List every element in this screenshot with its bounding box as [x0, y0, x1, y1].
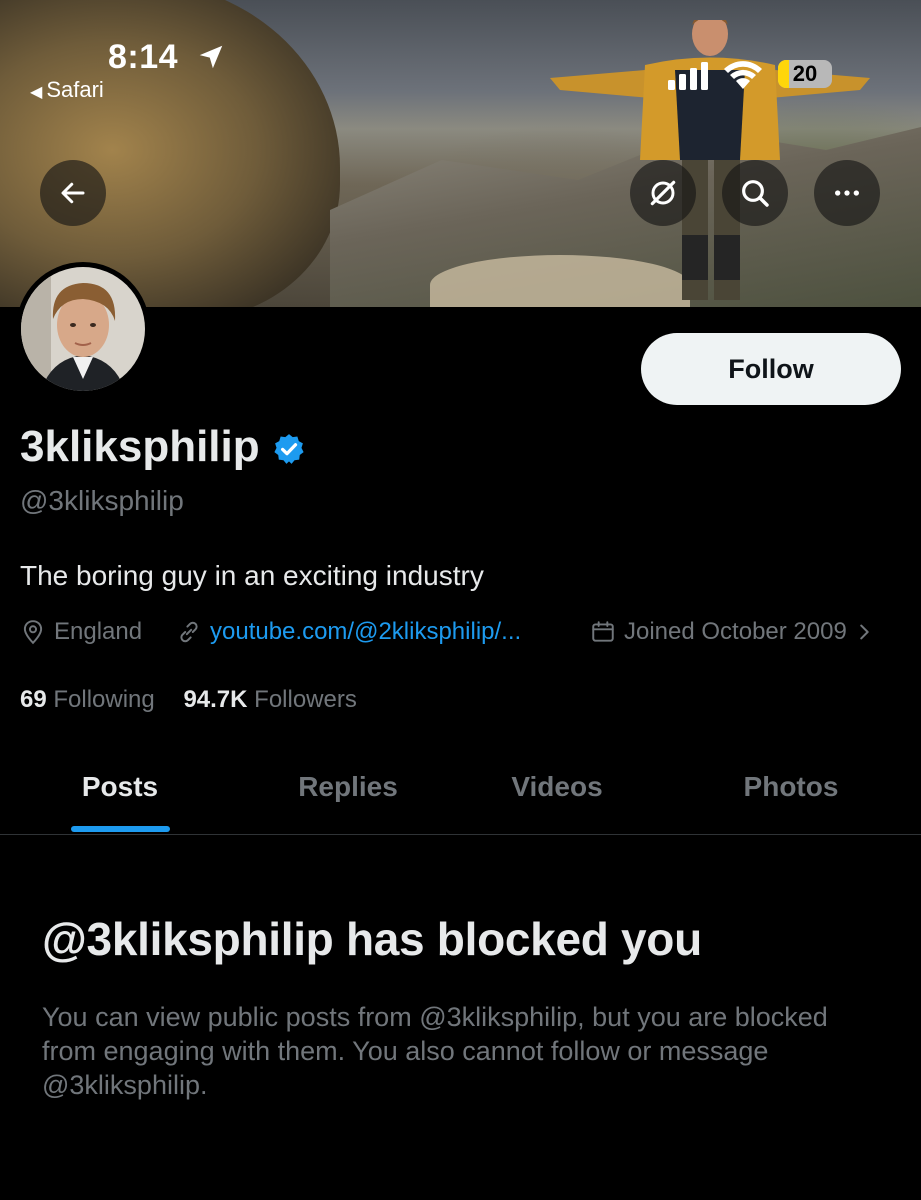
display-name: 3kliksphilip — [20, 422, 260, 471]
blocked-body: You can view public posts from @3kliksph… — [42, 1002, 828, 1100]
followers-count: 94.7K — [183, 686, 248, 713]
joined-text: Joined October 2009 — [624, 618, 847, 645]
display-name-row: 3kliksphilip — [20, 422, 306, 472]
followers-label: Followers — [254, 686, 357, 713]
follow-button[interactable]: Follow — [641, 333, 901, 405]
more-icon — [835, 190, 859, 196]
following-count: 69 — [20, 686, 47, 713]
wifi-icon — [724, 61, 762, 89]
search-icon — [742, 180, 769, 207]
profile-tabs: Posts Replies Videos Photos — [0, 740, 921, 835]
tab-photos[interactable]: Photos — [700, 740, 882, 834]
arrow-left-icon — [61, 182, 85, 204]
location: England — [20, 618, 142, 646]
battery-level: 20 — [792, 61, 818, 86]
website-text[interactable]: youtube.com/@2kliksphilip/... — [210, 618, 521, 646]
active-tab-indicator — [71, 826, 170, 832]
link-icon — [180, 621, 198, 643]
chevron-right-icon — [860, 624, 869, 640]
back-app-label: Safari — [46, 77, 104, 102]
back-to-safari[interactable]: ◀ Safari — [30, 77, 104, 103]
tab-replies[interactable]: Replies — [262, 740, 434, 834]
avatar-photo — [21, 267, 145, 391]
joined-date[interactable]: Joined October 2009 — [590, 618, 883, 646]
verified-badge-icon[interactable] — [272, 432, 306, 466]
grok-icon — [650, 180, 676, 206]
status-time: 8:14 — [108, 38, 179, 76]
bio: The boring guy in an exciting industry — [20, 560, 484, 591]
profile-banner[interactable]: 8:14 ◀ Safari 20 — [0, 0, 921, 307]
calendar-icon — [592, 621, 614, 642]
location-arrow-icon — [199, 45, 223, 69]
blocked-title: @3kliksphilip has blocked you — [42, 913, 702, 965]
battery-icon: 20 — [778, 60, 832, 88]
following-count-link[interactable]: 69 Following — [20, 686, 155, 713]
following-label: Following — [53, 686, 155, 713]
back-triangle-icon: ◀ — [30, 84, 43, 101]
location-pin-icon — [23, 620, 43, 645]
avatar[interactable] — [16, 262, 150, 396]
followers-count-link[interactable]: 94.7K Followers — [183, 686, 356, 713]
signal-icon — [668, 62, 708, 90]
grok-button[interactable] — [630, 160, 696, 226]
location-text: England — [54, 618, 143, 645]
profile-meta: England youtube.com/@2kliksphilip/... Jo… — [20, 618, 910, 652]
website-link[interactable]: youtube.com/@2kliksphilip/... — [176, 618, 521, 646]
search-button[interactable] — [722, 160, 788, 226]
tab-videos[interactable]: Videos — [474, 740, 640, 834]
tab-posts[interactable]: Posts — [40, 740, 200, 834]
back-button[interactable] — [40, 160, 106, 226]
handle: @3kliksphilip — [20, 485, 184, 516]
more-button[interactable] — [814, 160, 880, 226]
follow-counts: 69 Following 94.7K Followers — [20, 686, 379, 714]
